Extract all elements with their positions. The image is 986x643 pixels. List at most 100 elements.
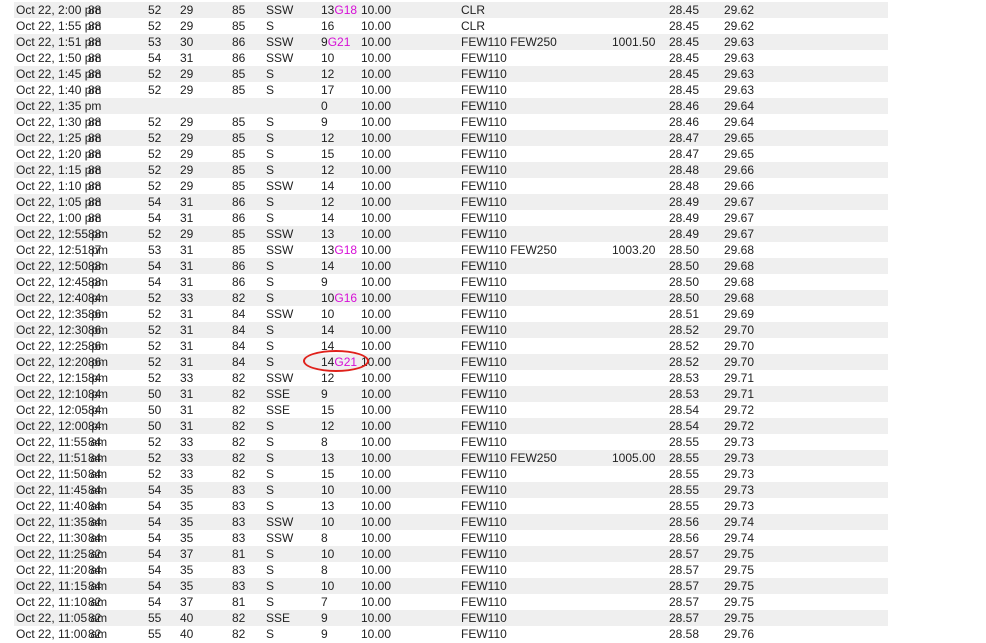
- sea-level-pressure-cell: 29.70: [724, 355, 755, 369]
- humidity-cell: 31: [180, 243, 194, 257]
- altimeter-cell: 28.57: [669, 595, 700, 609]
- wind-speed-cell: 10: [321, 546, 334, 562]
- wind-direction-cell: S: [266, 115, 275, 129]
- humidity-cell: 31: [180, 339, 194, 353]
- visibility-cell: 10.00: [361, 419, 392, 433]
- wind-speed-cell: 14: [321, 210, 334, 226]
- visibility-cell: 10.00: [361, 163, 392, 177]
- heat-index-cell: 82: [232, 451, 246, 465]
- wind-speed-value: 14: [321, 323, 335, 337]
- pressure-cell: 1001.50: [612, 35, 656, 49]
- humidity-cell: 29: [180, 147, 194, 161]
- wind-speed-value: 14: [321, 211, 335, 225]
- heat-index-cell: 83: [232, 531, 246, 545]
- sea-level-pressure-cell: 29.67: [724, 211, 755, 225]
- altimeter-cell: 28.45: [669, 51, 700, 65]
- table-row: Oct 22, 1:15 pm 88 52 29 85 S 12 10.00 FEW110 28.…: [14, 162, 888, 178]
- wind-direction-cell: S: [266, 547, 275, 561]
- dewpoint-cell: 52: [148, 371, 162, 385]
- table-row: Oct 22, 1:51 pm 88 53 30 86 SSW 9G21 10.00 FEW11…: [14, 34, 888, 50]
- sea-level-pressure-cell: 29.62: [724, 19, 755, 33]
- sea-level-pressure-cell: 29.67: [724, 227, 755, 241]
- sky-condition-cell: FEW110: [461, 227, 507, 241]
- wind-speed-value: 15: [321, 147, 335, 161]
- heat-index-cell: 85: [232, 163, 246, 177]
- humidity-cell: 31: [180, 259, 194, 273]
- sky-condition-cell: FEW110: [461, 339, 507, 353]
- humidity-cell: 29: [180, 67, 194, 81]
- temperature-cell: 88: [88, 51, 102, 65]
- humidity-cell: 33: [180, 451, 194, 465]
- sea-level-pressure-cell: 29.68: [724, 259, 755, 273]
- sky-condition-cell: FEW110: [461, 163, 507, 177]
- wind-speed-cell: 10: [321, 578, 334, 594]
- pressure-cell: 1005.00: [612, 451, 656, 465]
- wind-direction-cell: SSE: [266, 387, 291, 401]
- wind-direction-cell: S: [266, 147, 275, 161]
- wind-speed-value: 14: [321, 179, 335, 193]
- dewpoint-cell: 52: [148, 339, 162, 353]
- altimeter-cell: 28.47: [669, 147, 700, 161]
- wind-speed-value: 9: [321, 115, 328, 129]
- wind-speed-value: 10: [321, 291, 335, 305]
- dewpoint-cell: 54: [148, 211, 162, 225]
- wind-speed-cell: 16: [321, 18, 334, 34]
- wind-direction-cell: S: [266, 131, 275, 145]
- wind-speed-value: 15: [321, 467, 335, 481]
- altimeter-cell: 28.55: [669, 435, 700, 449]
- sky-condition-cell: FEW110: [461, 483, 507, 497]
- visibility-cell: 10.00: [361, 467, 392, 481]
- dewpoint-cell: 52: [148, 435, 162, 449]
- heat-index-cell: 85: [232, 67, 246, 81]
- table-row: Oct 22, 11:45 am 84 54 35 83 S 10 10.00 FEW110 28…: [14, 482, 888, 498]
- wind-speed-value: 10: [321, 307, 335, 321]
- heat-index-cell: 82: [232, 387, 246, 401]
- altimeter-cell: 28.51: [669, 307, 700, 321]
- wind-speed-cell: 9: [321, 386, 328, 402]
- humidity-cell: 29: [180, 19, 194, 33]
- table-row: Oct 22, 11:50 am 84 52 33 82 S 15 10.00 FEW110 28…: [14, 466, 888, 482]
- dewpoint-cell: 52: [148, 83, 162, 97]
- temperature-cell: 88: [88, 163, 102, 177]
- table-row: Oct 22, 1:35 pm 0 10.00 FEW110 28.46 29.64: [14, 98, 888, 114]
- humidity-cell: 29: [180, 179, 194, 193]
- wind-direction-cell: SSW: [266, 3, 294, 17]
- altimeter-cell: 28.58: [669, 627, 700, 641]
- altimeter-cell: 28.45: [669, 19, 700, 33]
- temperature-cell: 84: [88, 499, 102, 513]
- heat-index-cell: 85: [232, 227, 246, 241]
- heat-index-cell: 86: [232, 51, 246, 65]
- altimeter-cell: 28.48: [669, 163, 700, 177]
- humidity-cell: 31: [180, 323, 194, 337]
- sea-level-pressure-cell: 29.68: [724, 291, 755, 305]
- sea-level-pressure-cell: 29.75: [724, 547, 755, 561]
- heat-index-cell: 82: [232, 627, 246, 641]
- sea-level-pressure-cell: 29.70: [724, 323, 755, 337]
- sea-level-pressure-cell: 29.74: [724, 515, 755, 529]
- dewpoint-cell: 54: [148, 499, 162, 513]
- dewpoint-cell: 52: [148, 115, 162, 129]
- altimeter-cell: 28.55: [669, 483, 700, 497]
- temperature-cell: 86: [88, 355, 102, 369]
- wind-direction-cell: S: [266, 275, 275, 289]
- wind-gust-value: G21: [327, 35, 351, 49]
- dewpoint-cell: 52: [148, 147, 162, 161]
- altimeter-cell: 28.45: [669, 83, 700, 97]
- temperature-cell: 84: [88, 531, 102, 545]
- visibility-cell: 10.00: [361, 259, 392, 273]
- sky-condition-cell: FEW110: [461, 195, 507, 209]
- wind-speed-value: 12: [321, 371, 335, 385]
- temperature-cell: 88: [88, 259, 102, 273]
- humidity-cell: 29: [180, 227, 194, 241]
- humidity-cell: 29: [180, 115, 194, 129]
- humidity-cell: 29: [180, 131, 194, 145]
- humidity-cell: 33: [180, 467, 194, 481]
- altimeter-cell: 28.52: [669, 323, 700, 337]
- visibility-cell: 10.00: [361, 195, 392, 209]
- altimeter-cell: 28.45: [669, 3, 700, 17]
- altimeter-cell: 28.55: [669, 467, 700, 481]
- dewpoint-cell: 52: [148, 451, 162, 465]
- wind-speed-cell: 8: [321, 434, 328, 450]
- dewpoint-cell: 54: [148, 259, 162, 273]
- altimeter-cell: 28.53: [669, 387, 700, 401]
